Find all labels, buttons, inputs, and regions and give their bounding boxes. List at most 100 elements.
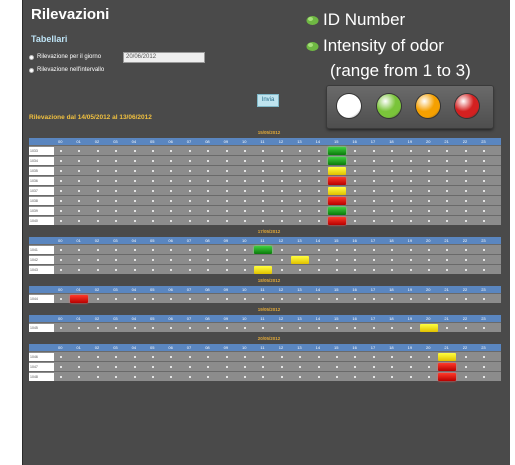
empty-cell-dot xyxy=(372,259,375,261)
intensity-marker-yellow[interactable] xyxy=(420,324,438,332)
empty-cell-dot xyxy=(133,180,136,182)
empty-cell-dot xyxy=(207,160,210,162)
empty-cell-dot xyxy=(354,249,357,251)
empty-cell-dot xyxy=(409,190,412,192)
empty-cell-dot xyxy=(299,160,302,162)
option-day[interactable]: Rilevazione per il giorno xyxy=(29,54,101,60)
date-input[interactable]: 20/06/2012 xyxy=(123,52,205,63)
empty-cell-dot xyxy=(60,327,62,329)
submit-button[interactable]: Invia xyxy=(257,94,279,107)
hour-label: 20 xyxy=(426,238,431,243)
radio-interval[interactable] xyxy=(29,67,34,73)
empty-cell-dot xyxy=(464,190,467,192)
empty-cell-dot xyxy=(372,327,375,329)
empty-cell-dot xyxy=(446,298,449,300)
intensity-marker-yellow[interactable] xyxy=(291,256,310,264)
hour-label: 21 xyxy=(444,316,449,321)
date-header: 17/05/2012 xyxy=(257,229,281,234)
intensity-marker-green[interactable] xyxy=(254,246,273,254)
intensity-marker-yellow[interactable] xyxy=(254,266,273,274)
hour-label: 17 xyxy=(370,238,376,243)
empty-cell-dot xyxy=(244,366,246,368)
hour-label: 07 xyxy=(186,139,192,144)
id-cell: 1037 xyxy=(29,187,54,195)
intensity-marker-red[interactable] xyxy=(328,177,346,185)
empty-cell-dot xyxy=(60,190,62,192)
empty-cell-dot xyxy=(372,298,375,300)
intensity-marker-red[interactable] xyxy=(328,197,346,205)
empty-cell-dot xyxy=(60,269,62,271)
empty-cell-dot xyxy=(409,327,412,329)
empty-cell-dot xyxy=(483,170,486,172)
empty-cell-dot xyxy=(133,150,136,152)
hour-label: 15 xyxy=(334,316,339,321)
empty-cell-dot xyxy=(464,259,467,261)
empty-cell-dot xyxy=(336,269,338,271)
option-interval[interactable]: Rilevazione nell'intervallo xyxy=(29,67,104,73)
table-row: 1038 xyxy=(29,195,501,205)
empty-cell-dot xyxy=(244,259,246,261)
empty-cell-dot xyxy=(409,298,412,300)
radio-day[interactable] xyxy=(29,54,34,60)
empty-cell-dot xyxy=(133,200,136,202)
intensity-marker-yellow[interactable] xyxy=(438,353,457,361)
intensity-marker-red[interactable] xyxy=(70,295,89,303)
date-header: 15/05/2012 xyxy=(257,130,281,135)
hour-label: 01 xyxy=(76,238,81,243)
empty-cell-dot xyxy=(96,327,99,329)
empty-cell-dot xyxy=(299,170,302,172)
intensity-marker-red[interactable] xyxy=(438,363,457,371)
hour-label: 02 xyxy=(94,238,100,243)
intensity-marker-green[interactable] xyxy=(328,207,346,215)
intensity-marker-green[interactable] xyxy=(328,157,346,165)
tabellari-link[interactable]: Tabellari xyxy=(31,34,67,44)
empty-cell-dot xyxy=(280,376,283,378)
id-cell: 1034 xyxy=(29,157,54,165)
intensity-marker-red[interactable] xyxy=(328,217,346,225)
empty-cell-dot xyxy=(133,356,136,358)
hour-label: 06 xyxy=(168,287,173,292)
empty-cell-dot xyxy=(262,376,265,378)
empty-cell-dot xyxy=(60,160,62,162)
empty-cell-dot xyxy=(372,190,375,192)
empty-cell-dot xyxy=(152,366,154,368)
empty-cell-dot xyxy=(280,170,283,172)
intensity-marker-yellow[interactable] xyxy=(328,187,346,195)
hour-label: 12 xyxy=(278,316,284,321)
empty-cell-dot xyxy=(188,200,191,202)
intensity-marker-green[interactable] xyxy=(328,147,346,155)
intensity-marker-red[interactable] xyxy=(438,373,457,381)
empty-cell-dot xyxy=(464,298,467,300)
hour-label: 15 xyxy=(334,238,339,243)
hour-label: 23 xyxy=(481,345,486,350)
hour-label: 09 xyxy=(223,316,229,321)
hour-label: 14 xyxy=(315,316,321,321)
hour-label: 20 xyxy=(426,316,431,321)
hour-label: 14 xyxy=(315,238,321,243)
empty-cell-dot xyxy=(446,190,449,192)
empty-cell-dot xyxy=(483,220,486,222)
empty-cell-dot xyxy=(78,249,81,251)
empty-cell-dot xyxy=(170,327,173,329)
empty-cell-dot xyxy=(391,269,394,271)
empty-cell-dot xyxy=(483,298,486,300)
empty-cell-dot xyxy=(244,170,246,172)
empty-cell-dot xyxy=(115,190,118,192)
hour-label: 19 xyxy=(407,345,413,350)
legend-intensity: Intensity of odor xyxy=(306,36,444,56)
empty-cell-dot xyxy=(391,160,394,162)
empty-cell-dot xyxy=(188,170,191,172)
empty-cell-dot xyxy=(188,269,191,271)
empty-cell-dot xyxy=(299,298,302,300)
empty-cell-dot xyxy=(115,220,118,222)
intensity-marker-yellow[interactable] xyxy=(328,167,346,175)
hour-label: 00 xyxy=(58,345,63,350)
empty-cell-dot xyxy=(244,298,246,300)
empty-cell-dot xyxy=(78,210,81,212)
empty-cell-dot xyxy=(354,200,357,202)
empty-cell-dot xyxy=(225,190,228,192)
hour-label: 04 xyxy=(131,238,137,243)
empty-cell-dot xyxy=(115,327,118,329)
hour-label: 06 xyxy=(168,345,173,350)
hour-label: 21 xyxy=(444,345,449,350)
